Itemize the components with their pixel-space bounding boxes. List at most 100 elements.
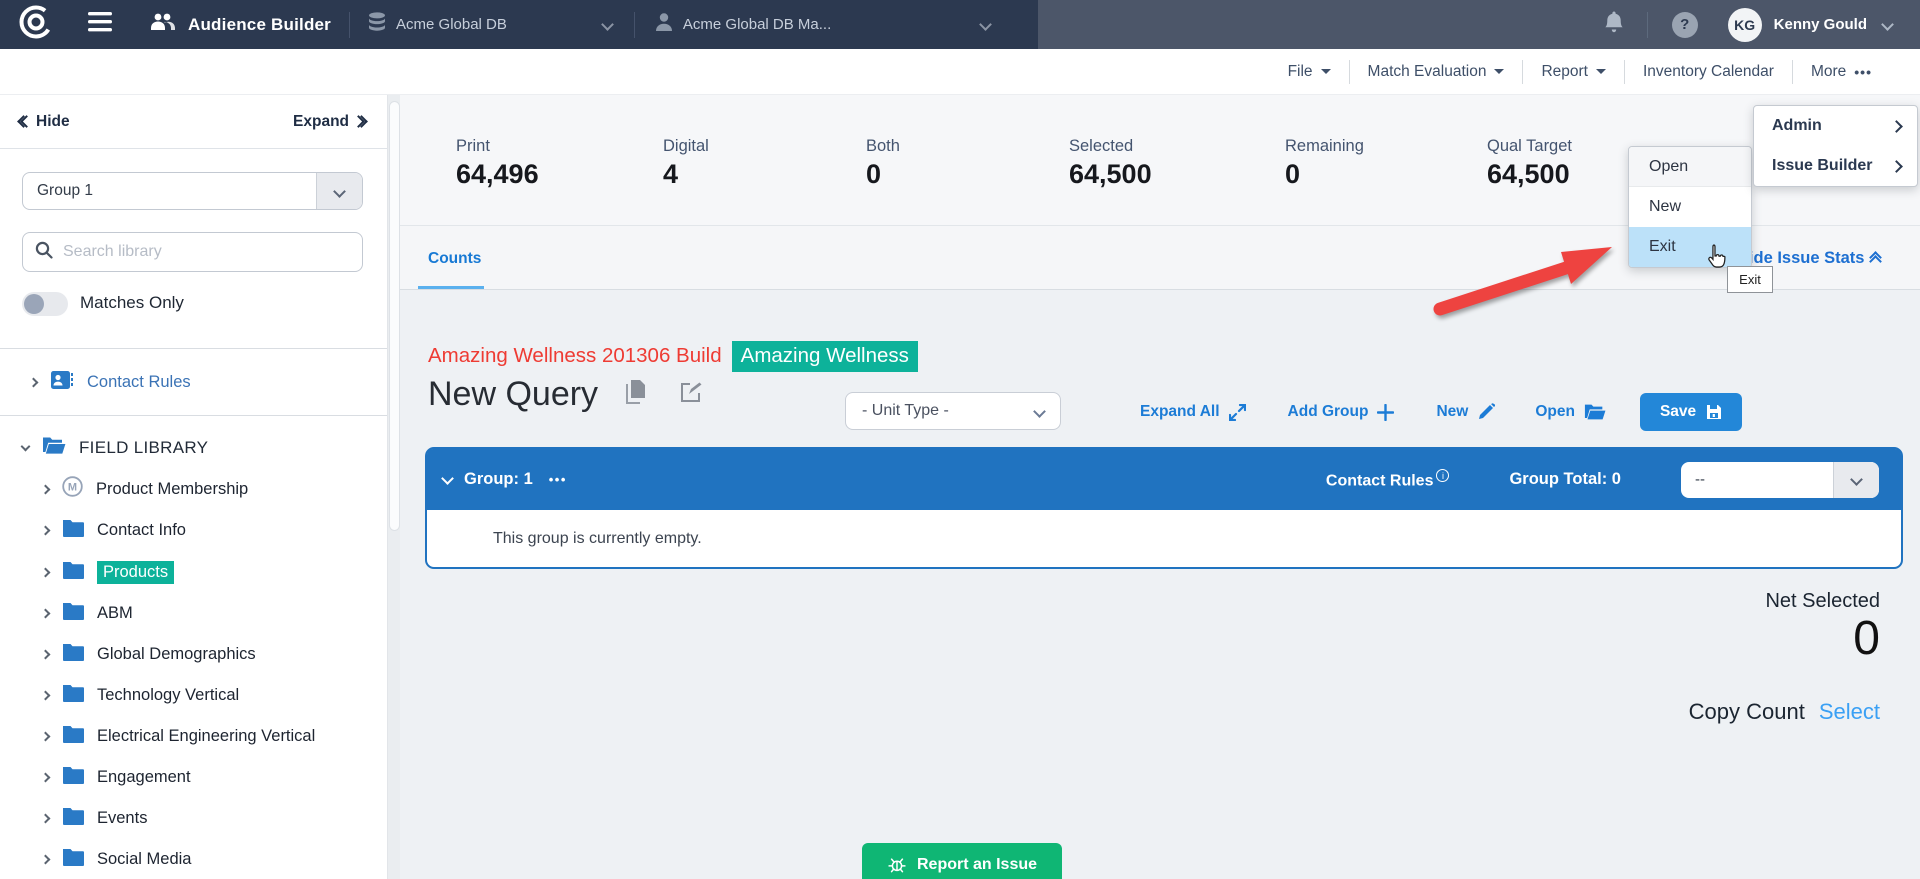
copy-count-label: Copy Count [1689,699,1805,725]
collapse-group-chevron-icon[interactable] [441,472,454,485]
ellipsis-icon: ••• [1854,64,1872,80]
group-1-body: This group is currently empty. [427,510,1901,567]
save-disk-icon [1706,404,1722,420]
folder-icon [62,561,84,584]
group-logic-select[interactable]: -- [1681,462,1879,498]
edit-icon[interactable] [680,381,702,408]
sidebar-item-events[interactable]: Events [42,804,147,832]
brand-logo-icon[interactable] [18,4,54,45]
sidebar-item-social-media[interactable]: Social Media [42,845,191,873]
sidebar-item-electrical-engineering-vertical[interactable]: Electrical Engineering Vertical [42,722,315,750]
hamburger-menu-icon[interactable] [88,12,112,37]
user-avatar[interactable]: KG [1728,8,1762,42]
top-navbar: Audience Builder Acme Global DB Acme Glo… [0,0,1920,49]
chevron-right-icon [1890,120,1903,133]
folder-icon [62,807,84,830]
library-search[interactable] [22,232,363,272]
app-title: Audience Builder [188,15,331,35]
more-dropdown-menu: Admin Issue Builder [1753,105,1918,187]
copy-count-select-link[interactable]: Select [1819,699,1880,725]
new-query-button[interactable]: New [1436,403,1495,421]
expand-all-button[interactable]: Expand All [1140,403,1246,421]
m-circle-icon: M [62,476,83,502]
navbar-divider [634,12,635,38]
copy-icon[interactable] [624,380,646,409]
profile-selector[interactable]: Acme Global DB Ma... [683,16,831,33]
file-menu-open[interactable]: Open [1629,147,1751,187]
sidebar-scrollbar[interactable] [387,95,400,879]
unit-type-select[interactable]: - Unit Type - [845,392,1061,430]
menu-more[interactable]: More••• [1793,63,1890,81]
group-options-ellipsis-icon[interactable]: ••• [549,472,567,487]
group-selector[interactable]: Group 1 [22,172,363,210]
notifications-bell-icon[interactable] [1603,10,1625,39]
chevron-right-icon [1890,160,1903,173]
chevron-right-icon [41,690,51,700]
sidebar-item-product-membership[interactable]: M Product Membership [42,475,248,503]
chevron-right-icon [41,649,51,659]
chevron-right-icon [41,567,51,577]
sidebar-item-global-demographics[interactable]: Global Demographics [42,640,256,668]
chevron-right-icon [41,772,51,782]
menu-report[interactable]: Report [1523,63,1624,81]
report-issue-button[interactable]: Report an Issue [862,843,1062,879]
group-1-header: Group: 1 ••• Contact Rulesi Group Total:… [427,449,1901,510]
help-icon[interactable]: ? [1672,12,1698,38]
net-selected-value: 0 [1853,611,1880,666]
file-menu-new[interactable]: New [1629,187,1751,227]
database-selector-chevron-icon[interactable] [601,18,614,31]
audience-icon [150,12,176,37]
add-group-button[interactable]: Add Group [1288,403,1395,421]
sidebar-item-contact-info[interactable]: Contact Info [42,516,186,544]
sidebar-header: Hide Expand [0,95,387,149]
expand-sidebar-button[interactable]: Expand [293,113,363,131]
tab-counts[interactable]: Counts [428,250,481,268]
double-chevron-up-icon [1874,253,1877,266]
sidebar-item-field-library[interactable]: FIELD LIBRARY [22,434,208,462]
group-total: Group Total: 0 [1509,470,1621,489]
sidebar-item-products[interactable]: Products [42,558,174,586]
profile-selector-chevron-icon[interactable] [979,18,992,31]
user-menu-chevron-icon[interactable] [1881,18,1894,31]
contact-rules-link[interactable]: Contact Rulesi [1326,469,1450,490]
net-selected-label: Net Selected [1765,590,1880,613]
more-menu-admin[interactable]: Admin [1754,106,1917,146]
matches-only-toggle[interactable] [22,292,68,316]
annotation-red-arrow [1420,233,1630,325]
navbar-divider [1647,12,1648,38]
chevron-right-icon [41,813,51,823]
sidebar-item-engagement[interactable]: Engagement [42,763,191,791]
navbar-left-section: Audience Builder Acme Global DB Acme Glo… [0,0,1038,49]
open-query-button[interactable]: Open [1535,403,1606,421]
select-chevron-icon [1033,405,1046,418]
database-selector[interactable]: Acme Global DB [396,16,507,33]
bug-icon [887,855,907,875]
info-icon: i [1436,469,1449,482]
file-dropdown-menu: Open New Exit [1628,146,1752,268]
action-menubar: File Match Evaluation Report Inventory C… [0,49,1920,95]
sidebar-divider [0,415,387,416]
select-chevron-icon [316,173,362,209]
search-icon [35,241,53,264]
sidebar-item-abm[interactable]: ABM [42,599,133,627]
menu-match-evaluation[interactable]: Match Evaluation [1350,63,1523,81]
folder-open-icon [1584,403,1606,421]
more-menu-issue-builder[interactable]: Issue Builder [1754,146,1917,186]
sidebar-item-technology-vertical[interactable]: Technology Vertical [42,681,239,709]
query-name: New Query [428,375,598,414]
search-input[interactable] [63,243,350,261]
folder-open-icon [42,436,66,460]
sidebar-item-contact-rules[interactable]: Contact Rules [30,368,191,396]
chevron-right-icon [41,731,51,741]
save-button[interactable]: Save [1640,393,1742,431]
menu-file[interactable]: File [1270,63,1349,81]
folder-icon [62,519,84,542]
build-title: Amazing Wellness 201306 BuildAmazing Wel… [428,341,918,372]
select-chevron-icon [1833,462,1879,498]
group-1-container: Group: 1 ••• Contact Rulesi Group Total:… [425,447,1903,569]
file-menu-exit[interactable]: Exit [1629,227,1751,267]
menu-inventory-calendar[interactable]: Inventory Calendar [1625,63,1792,81]
svg-text:M: M [68,482,77,494]
caret-down-icon [1494,69,1504,74]
hide-sidebar-button[interactable]: Hide [22,113,70,131]
